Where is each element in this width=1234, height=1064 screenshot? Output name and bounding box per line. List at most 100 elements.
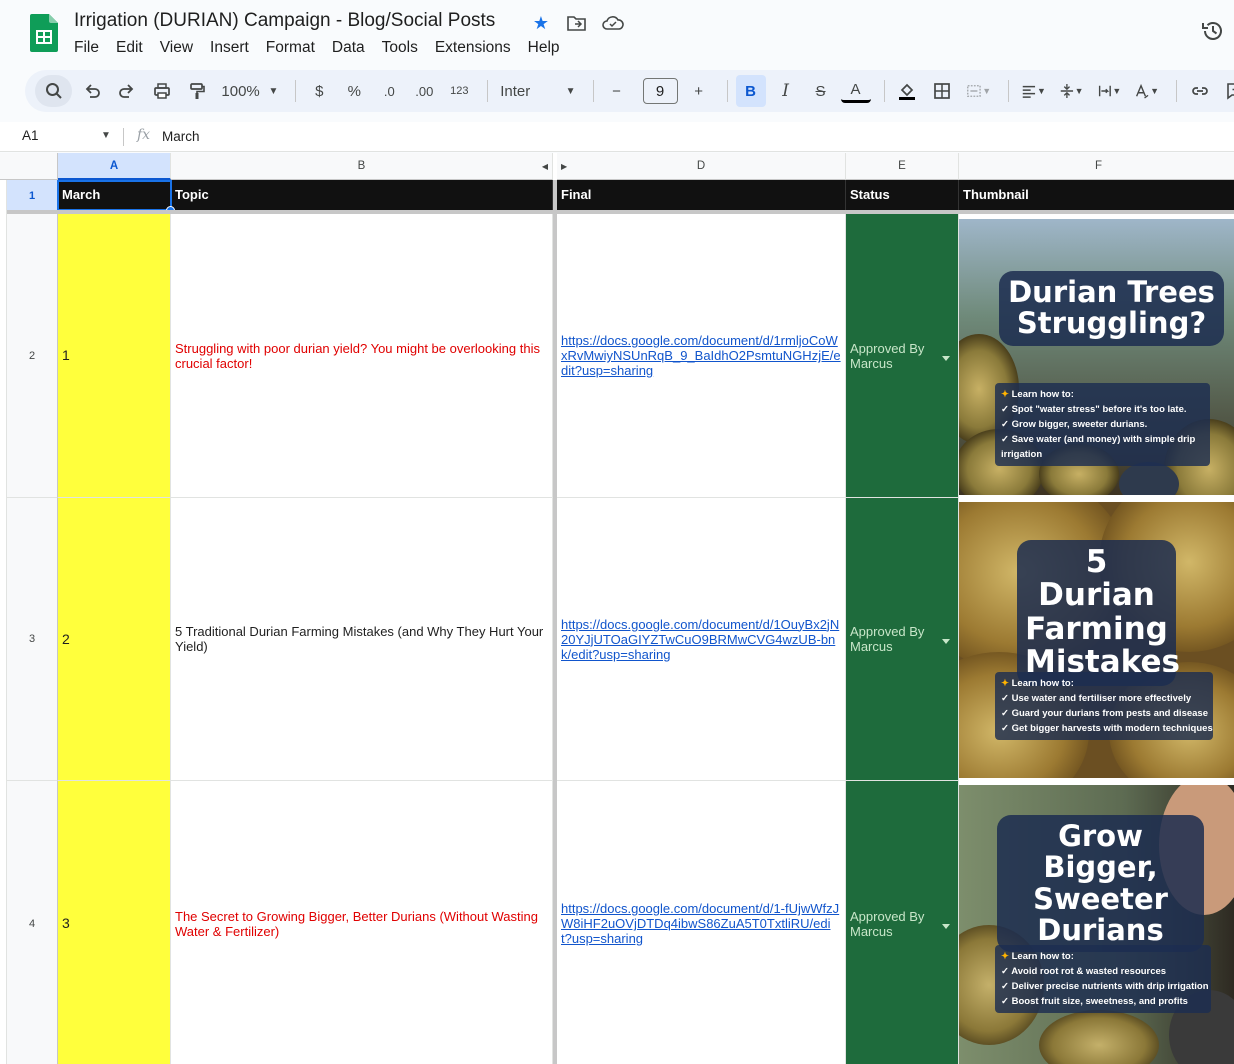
cell-e4-status[interactable]: Approved By Marcus (846, 781, 959, 1064)
toolbar-divider (726, 80, 728, 102)
merge-cells-icon (967, 85, 982, 97)
cloud-saved-icon[interactable] (602, 12, 624, 34)
menu-view[interactable]: View (160, 39, 202, 57)
thumbnail-bullet: ✓ Use water and fertiliser more effectiv… (1001, 693, 1192, 704)
sparkle-icon: ✦ (1001, 678, 1012, 689)
status-value: Approved By Marcus (850, 908, 925, 939)
increase-decimal-button[interactable]: .00 (409, 75, 439, 107)
thumbnail-bullet: irrigation (1001, 449, 1043, 460)
cell-b2[interactable]: Struggling with poor durian yield? You m… (171, 214, 553, 498)
row-header-4[interactable]: 4 (7, 781, 58, 1064)
cell-a2[interactable]: 1 (58, 214, 171, 498)
dropdown-arrow-icon[interactable] (942, 355, 950, 361)
format-percent-button[interactable]: % (339, 75, 369, 107)
zoom-select[interactable]: 100% ▼ (217, 75, 282, 107)
menu-extensions[interactable]: Extensions (435, 39, 520, 57)
menu-help[interactable]: Help (528, 39, 569, 57)
document-title[interactable]: Irrigation (DURIAN) Campaign - Blog/Soci… (74, 10, 495, 32)
redo-button[interactable] (112, 75, 142, 107)
menu-insert[interactable]: Insert (210, 39, 258, 57)
thumbnail-bullet: ✓ Deliver precise nutrients with drip ir… (1001, 981, 1209, 992)
merge-cells-button[interactable]: ▼ (962, 75, 995, 107)
search-menus-button[interactable] (35, 75, 73, 107)
borders-icon (934, 83, 951, 99)
column-header-f[interactable]: F (959, 153, 1234, 180)
row-header-2[interactable]: 2 (7, 214, 58, 498)
font-size-input[interactable]: 9 (642, 78, 678, 104)
vertical-align-button[interactable]: ▼ (1055, 75, 1088, 107)
insert-link-button[interactable] (1185, 75, 1215, 107)
header-cell-thumbnail[interactable]: Thumbnail (959, 180, 1234, 212)
menu-edit[interactable]: Edit (116, 39, 152, 57)
name-box[interactable]: A1 (22, 128, 39, 143)
formula-input[interactable]: March (162, 129, 200, 144)
text-wrapping-button[interactable]: ▼ (1093, 75, 1126, 107)
sheets-logo-icon[interactable] (30, 14, 58, 52)
toolbar-divider (295, 80, 297, 102)
text-color-button[interactable]: A (840, 79, 871, 103)
dropdown-arrow-icon[interactable] (942, 639, 950, 644)
decrease-font-size-button[interactable]: − (602, 75, 632, 107)
chevron-down-icon[interactable]: ▼ (101, 130, 111, 141)
more-formats-button[interactable]: 123 (444, 75, 474, 107)
star-icon[interactable]: ★ (530, 12, 552, 34)
menu-data[interactable]: Data (332, 39, 374, 57)
header-cell-march[interactable]: March (58, 180, 171, 212)
toolbar: 100% ▼ $ % .0 .00 123 Inter ▼ − 9 + B I … (25, 70, 1234, 112)
cell-d2-link[interactable]: https://docs.google.com/document/d/1rmlj… (557, 214, 846, 498)
undo-button[interactable] (77, 75, 107, 107)
fill-color-button[interactable] (892, 75, 922, 107)
header-cell-topic[interactable]: Topic (171, 180, 553, 212)
row-header-3[interactable]: 3 (7, 498, 58, 781)
format-currency-button[interactable]: $ (304, 75, 334, 107)
text-rotation-button[interactable]: ▼ (1130, 75, 1163, 107)
cell-e3-status[interactable]: Approved By Marcus (846, 498, 959, 781)
strikethrough-button[interactable]: S (806, 75, 836, 107)
cell-d4-link[interactable]: https://docs.google.com/document/d/1-fUj… (557, 781, 846, 1064)
cell-b4[interactable]: The Secret to Growing Bigger, Better Dur… (171, 781, 553, 1064)
cell-d3-link[interactable]: https://docs.google.com/document/d/1OuyB… (557, 498, 846, 781)
column-header-a[interactable]: A (58, 153, 171, 180)
font-select[interactable]: Inter ▼ (496, 75, 579, 107)
column-header-b[interactable]: B ◀ (171, 153, 553, 180)
thumbnail-bullet-text: Learn how to: (1011, 678, 1074, 689)
thumbnail-bullets: ✦ Learn how to: ✓ Use water and fertilis… (995, 672, 1213, 740)
decrease-decimal-button[interactable]: .0 (374, 75, 404, 107)
cell-b3[interactable]: 5 Traditional Durian Farming Mistakes (a… (171, 498, 553, 781)
header-cell-status[interactable]: Status (846, 180, 959, 212)
collapse-left-icon[interactable]: ◀ (542, 162, 548, 171)
thumbnail-image-1[interactable]: Durian Trees Struggling? ✦ Learn how to:… (959, 219, 1234, 495)
thumbnail-image-3[interactable]: Grow Bigger, Sweeter Durians ✦ Learn how… (959, 785, 1234, 1064)
expand-right-icon[interactable]: ▶ (561, 162, 567, 171)
menu-format[interactable]: Format (266, 39, 324, 57)
horizontal-align-button[interactable]: ▼ (1017, 75, 1050, 107)
italic-button[interactable]: I (771, 75, 801, 107)
bold-button[interactable]: B (735, 75, 766, 107)
menu-tools[interactable]: Tools (382, 39, 427, 57)
chevron-down-icon: ▼ (1150, 86, 1160, 96)
print-button[interactable] (147, 75, 177, 107)
dropdown-arrow-icon[interactable] (942, 923, 950, 929)
move-folder-icon[interactable] (566, 12, 588, 34)
column-header-d[interactable]: ▶ D (557, 153, 846, 180)
cell-e2-status[interactable]: Approved By Marcus (846, 214, 959, 498)
thumbnail-headline: 5 Durian Farming Mistakes (1017, 540, 1180, 686)
menu-file[interactable]: File (74, 39, 108, 57)
hidden-column-c-divider[interactable] (553, 180, 557, 1064)
cell-a3[interactable]: 2 (58, 498, 171, 781)
thumbnail-image-2[interactable]: 5 Durian Farming Mistakes ✦ Learn how to… (959, 502, 1234, 778)
header-cell-final[interactable]: Final (557, 180, 846, 212)
increase-font-size-button[interactable]: + (684, 75, 714, 107)
thumbnail-bullet: ✓ Boost fruit size, sweetness, and profi… (1001, 996, 1188, 1007)
row-header-1[interactable]: 1 (7, 180, 58, 212)
chevron-down-icon: ▼ (1112, 86, 1122, 96)
borders-button[interactable] (927, 75, 957, 107)
select-all-corner[interactable] (0, 153, 58, 180)
column-header-e[interactable]: E (846, 153, 959, 180)
sparkle-icon: ✦ (1001, 389, 1012, 400)
insert-comment-button[interactable] (1220, 75, 1234, 107)
paint-format-button[interactable] (182, 75, 212, 107)
cell-a4[interactable]: 3 (58, 781, 171, 1064)
decrease-decimal-label: .0 (383, 83, 395, 99)
version-history-icon[interactable] (1200, 18, 1226, 44)
